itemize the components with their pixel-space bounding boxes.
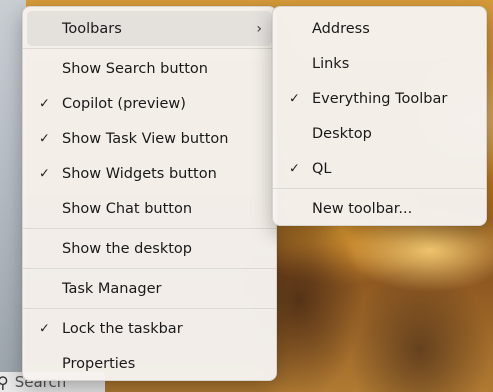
- menu-item-label: Copilot (preview): [62, 95, 186, 112]
- submenu-item-new-toolbar[interactable]: New toolbar...: [277, 191, 482, 226]
- menu-item-label: Show the desktop: [62, 240, 192, 257]
- menu-item-label: Lock the taskbar: [62, 320, 183, 337]
- menu-item-show-search-button[interactable]: Show Search button: [27, 51, 272, 86]
- check-icon: ✓: [289, 161, 300, 176]
- check-icon: ✓: [39, 96, 50, 111]
- menu-separator: [23, 268, 276, 269]
- menu-item-label: New toolbar...: [312, 200, 413, 217]
- taskbar-context-menu: Toolbars › Show Search button ✓ Copilot …: [22, 6, 277, 381]
- menu-item-label: Task Manager: [62, 280, 162, 297]
- toolbars-submenu: Address Links ✓ Everything Toolbar Deskt…: [272, 6, 487, 226]
- menu-item-label: Links: [312, 55, 350, 72]
- submenu-item-ql[interactable]: ✓ QL: [277, 151, 482, 186]
- menu-separator: [23, 308, 276, 309]
- check-icon: ✓: [39, 166, 50, 181]
- submenu-item-everything-toolbar[interactable]: ✓ Everything Toolbar: [277, 81, 482, 116]
- check-icon: ✓: [39, 321, 50, 336]
- submenu-item-links[interactable]: Links: [277, 46, 482, 81]
- menu-separator: [23, 48, 276, 49]
- submenu-item-desktop[interactable]: Desktop: [277, 116, 482, 151]
- menu-item-show-the-desktop[interactable]: Show the desktop: [27, 231, 272, 266]
- menu-item-label: Properties: [62, 355, 136, 372]
- menu-item-task-manager[interactable]: Task Manager: [27, 271, 272, 306]
- menu-item-label: QL: [312, 160, 332, 177]
- menu-item-label: Desktop: [312, 125, 372, 142]
- menu-item-label: Address: [312, 20, 370, 37]
- menu-item-label: Show Search button: [62, 60, 208, 77]
- menu-item-label: Show Task View button: [62, 130, 229, 147]
- check-icon: ✓: [39, 131, 50, 146]
- menu-item-label: Everything Toolbar: [312, 90, 448, 107]
- submenu-item-address[interactable]: Address: [277, 11, 482, 46]
- menu-item-toolbars[interactable]: Toolbars ›: [27, 11, 272, 46]
- menu-item-show-task-view-button[interactable]: ✓ Show Task View button: [27, 121, 272, 156]
- menu-item-properties[interactable]: Properties: [27, 346, 272, 381]
- menu-item-label: Show Chat button: [62, 200, 193, 217]
- chevron-right-icon: ›: [256, 20, 262, 37]
- search-icon: ⚲: [0, 372, 9, 392]
- menu-item-label: Show Widgets button: [62, 165, 217, 182]
- check-icon: ✓: [289, 91, 300, 106]
- menu-item-copilot[interactable]: ✓ Copilot (preview): [27, 86, 272, 121]
- menu-item-lock-the-taskbar[interactable]: ✓ Lock the taskbar: [27, 311, 272, 346]
- menu-item-show-widgets-button[interactable]: ✓ Show Widgets button: [27, 156, 272, 191]
- menu-separator: [23, 228, 276, 229]
- menu-item-label: Toolbars: [62, 20, 122, 37]
- menu-item-show-chat-button[interactable]: Show Chat button: [27, 191, 272, 226]
- menu-separator: [273, 188, 486, 189]
